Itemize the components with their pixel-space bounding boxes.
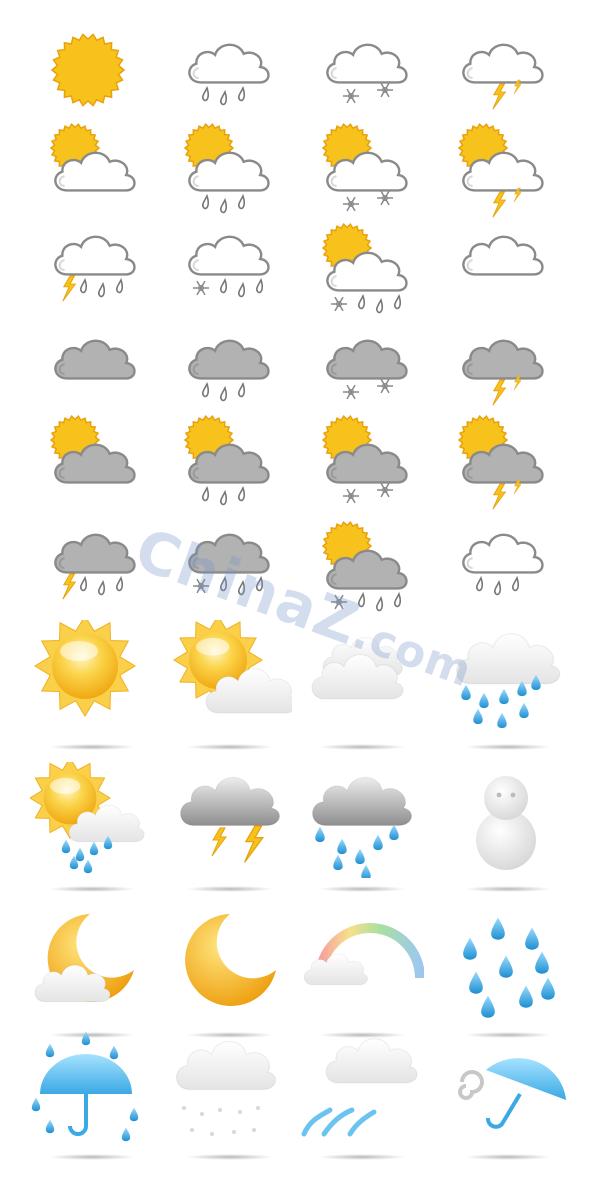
rainbow-cloud-icon [300,908,425,1040]
cloud-snow-icon [168,1030,292,1162]
sun-cloud-icon [49,123,136,192]
cloud-rain-icon [462,533,544,596]
sun-grey-cloud-snow-icon [321,415,408,504]
sun-icon [50,33,126,107]
icon-shadow [318,744,406,750]
cloud-snow-icon [326,43,408,104]
icon-shadow [318,886,406,892]
umbrella-rain-icon [30,1030,154,1162]
icon-shadow [48,1154,136,1160]
grey-cloud-snow-rain-icon [188,533,270,596]
cloud-thunder-icon [462,43,544,110]
grey-cloud-snow-icon [326,339,408,400]
sun-cloud-rain-icon [183,123,270,214]
sun-cloud-thunder-icon [457,123,544,218]
icon-sheet [0,0,600,1197]
wind-umbrella-icon [446,1030,570,1162]
glossy-cloud-icon [300,620,424,752]
cloud-icon [462,235,544,276]
grey-cloud-rain-icon [188,339,270,402]
sun-grey-cloud-snow-rain-icon [321,521,408,612]
icon-shadow [186,744,274,750]
snowman-icon [446,762,570,894]
sun-grey-cloud-icon [49,415,136,484]
grey-cloud-icon [54,339,136,380]
icon-shadow [186,1154,274,1160]
glossy-sun-icon [30,615,154,752]
crescent-moon-icon [168,908,292,1040]
sun-grey-cloud-thunder-icon [457,415,544,510]
glossy-sun-cloud-rain-icon [29,757,154,894]
glossy-sun-cloud-icon [168,615,298,752]
icon-shadow [464,886,552,892]
icon-shadow [186,886,274,892]
sun-cloud-snow-icon [321,123,408,212]
moon-cloud-icon [30,908,154,1040]
cloud-wind-icon [300,1030,424,1162]
icon-shadow [464,1154,552,1160]
grey-cloud-thunder-rain-icon [54,533,136,600]
icon-shadow [48,744,136,750]
cloud-rain-icon [188,43,270,106]
icon-shadow [48,886,136,892]
cloud-thunder-rain-icon [54,235,136,302]
icon-shadow [464,744,552,750]
glossy-thunder-cloud-icon [168,762,292,894]
sun-cloud-snow-rain-icon [321,223,408,314]
grey-cloud-thunder-icon [462,339,544,406]
cloud-snow-rain-icon [188,235,270,298]
glossy-grey-cloud-rain-icon [300,762,424,894]
raindrops-icon [446,908,570,1040]
glossy-cloud-rain-icon [446,620,570,752]
icon-shadow [318,1154,406,1160]
sun-grey-cloud-rain-icon [183,415,270,506]
